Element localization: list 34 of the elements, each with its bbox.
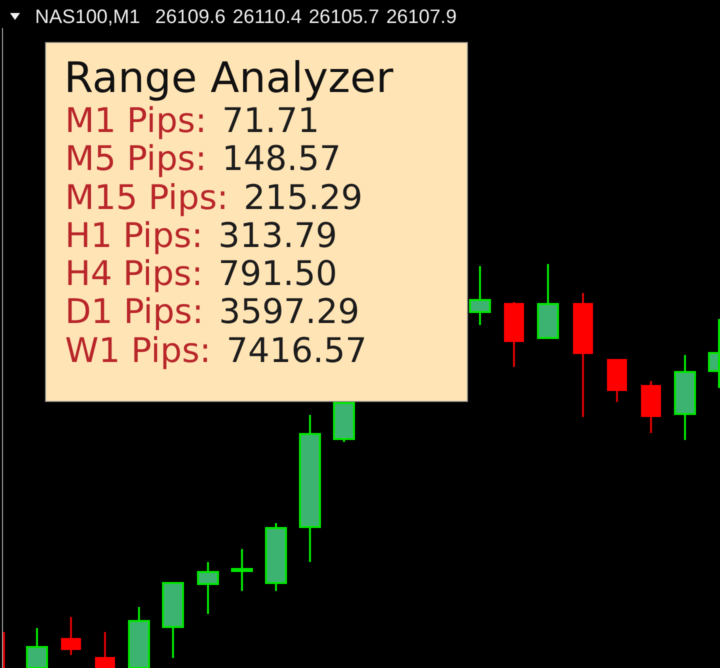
rising-candle: [197, 562, 219, 614]
rising-candle: [333, 402, 355, 442]
rising-candle: [26, 628, 48, 668]
falling-candle: [95, 632, 115, 668]
symbol-label: NAS100,M1: [35, 6, 140, 28]
timeframe-label: H1 Pips:: [65, 216, 203, 256]
pips-value: 3597.29: [218, 293, 360, 332]
timeframe-label: M1 Pips:: [65, 102, 207, 140]
timeframe-label: H4 Pips:: [65, 255, 203, 294]
pips-value: 313.79: [218, 216, 338, 256]
timeframe-label: W1 Pips:: [65, 332, 212, 370]
caret-down-icon[interactable]: [10, 13, 20, 20]
price-value: 26109.6: [155, 6, 226, 28]
pips-value: 7416.57: [226, 332, 367, 370]
timeframe-label: M5 Pips:: [65, 140, 207, 179]
panel-title: Range Analyzer: [64, 54, 394, 100]
falling-candle: [641, 381, 661, 433]
pips-value: 791.50: [218, 255, 338, 294]
pips-value: 215.29: [244, 178, 363, 217]
rising-candle: [265, 523, 287, 591]
falling-candle: [504, 302, 524, 367]
falling-candle: [607, 359, 627, 402]
pips-value: 71.71: [222, 102, 320, 140]
price-value: 26107.9: [386, 6, 457, 28]
rising-candle: [128, 607, 150, 668]
price-value: 26110.4: [232, 6, 302, 28]
timeframe-label: D1 Pips:: [65, 293, 204, 332]
pips-value: 148.57: [222, 140, 341, 179]
rising-candle: [231, 549, 253, 591]
rising-candle: [469, 266, 491, 325]
rising-candle: [708, 319, 720, 388]
price-value: 26105.7: [308, 6, 380, 28]
falling-candle: [61, 617, 81, 655]
timeframe-label: M15 Pips:: [65, 178, 228, 217]
